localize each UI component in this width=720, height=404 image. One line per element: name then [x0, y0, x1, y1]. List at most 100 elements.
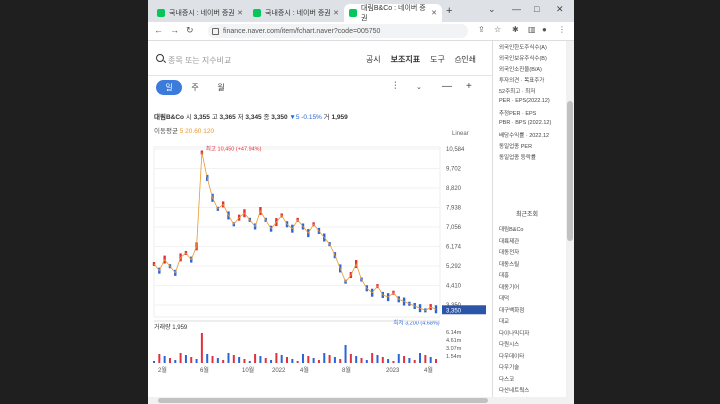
recent-view-item[interactable]: 대구백화점: [499, 306, 524, 314]
volume-tick-label: 1.54m: [446, 354, 462, 360]
high-label: 고: [211, 114, 218, 121]
max-price-label: 최고 10,450 (+47.94%): [206, 145, 262, 153]
y-tick-label: 9,702: [446, 167, 462, 173]
x-tick-label: 2월: [158, 366, 167, 374]
sidebar-info-line: 배당수익률 · 2022.12: [499, 133, 550, 139]
volume-bar: [435, 359, 437, 363]
open-label: 시: [185, 114, 192, 121]
toolbar-links: 공시 보조지표 도구 ⎙인쇄: [366, 54, 476, 65]
link-tools[interactable]: 도구: [430, 54, 445, 65]
recent-view-item[interactable]: 다원시스: [499, 340, 519, 348]
link-print-label: 인쇄: [461, 55, 476, 64]
search-input[interactable]: 종목 또는 지수비교: [168, 55, 231, 66]
recent-view-item[interactable]: 다산네트웍스: [499, 386, 529, 394]
sidebar-info-line: 외국인보유주식수(B): [499, 56, 547, 62]
recent-view-heading[interactable]: 최근조회: [493, 209, 561, 218]
x-tick-label: 6월: [200, 366, 209, 374]
chevron-down-icon[interactable]: ⌄: [416, 83, 422, 91]
period-bar: 일 주 월 ⫶ ⌄ — +: [148, 77, 492, 99]
period-week-button[interactable]: 주: [188, 80, 202, 95]
volume-bar: [232, 355, 235, 363]
y-tick-label: 4,410: [446, 284, 462, 290]
recent-view-item[interactable]: 대륙제관: [499, 237, 519, 245]
volume-bar: [381, 357, 384, 363]
open-value: 3,355: [193, 114, 210, 121]
horizontal-scrollbar[interactable]: [148, 397, 566, 404]
recent-view-item[interactable]: 다이나믹디자: [499, 329, 529, 337]
zoom-out-icon[interactable]: —: [442, 81, 452, 92]
recent-view-item[interactable]: 대흥: [499, 271, 509, 279]
y-tick-label: 10,584: [446, 147, 465, 153]
link-print[interactable]: ⎙인쇄: [455, 54, 476, 65]
recent-view-item[interactable]: 대덕: [499, 294, 509, 302]
volume-bar: [243, 359, 246, 363]
volume-bar: [248, 361, 251, 363]
volume-bar: [264, 358, 267, 363]
volume-bar: [387, 359, 390, 363]
volume-bar: [317, 360, 320, 363]
link-indicators[interactable]: 보조지표: [391, 54, 420, 65]
volume-bar: [270, 360, 273, 363]
recent-view-item[interactable]: 다우데이타: [499, 352, 524, 360]
recent-view-item[interactable]: 다스코: [499, 375, 514, 383]
volume-bar: [163, 356, 166, 363]
close-label: 종: [263, 114, 270, 121]
volume-bar: [376, 355, 379, 363]
sidebar-info-line: 추정PER · EPS: [499, 111, 537, 117]
y-tick-label: 7,938: [446, 206, 462, 212]
recent-view-item[interactable]: 대림B&Co: [499, 225, 524, 233]
x-tick-label: 4월: [424, 366, 433, 374]
vertical-scrollbar[interactable]: [566, 41, 574, 404]
volume-bar: [371, 353, 374, 363]
recent-view-item[interactable]: 대교: [499, 317, 509, 325]
volume-bar: [339, 359, 342, 363]
scroll-thumb[interactable]: [567, 101, 573, 241]
sidebar-info-line: PER · EPS(2022.12): [499, 98, 550, 104]
volume-tick-label: 3.07m: [446, 346, 462, 352]
volume-bar: [190, 357, 193, 363]
volume-bar: [206, 354, 209, 363]
hscroll-thumb[interactable]: [158, 398, 488, 403]
high-value: 3,365: [219, 114, 236, 121]
link-disclosure[interactable]: 공시: [366, 54, 381, 65]
volume-bar: [195, 359, 198, 363]
volume-bar: [153, 361, 155, 363]
volume-tick-label: 6.14m: [446, 330, 462, 336]
volume-bar: [286, 357, 289, 363]
volume-bar: [179, 353, 182, 363]
volume-bar: [429, 357, 432, 363]
price-chart[interactable]: 10,584 9,702 8,820 7,938 7,056 6,174 5,292 4,41…: [148, 141, 492, 403]
current-price-label: 3,350: [446, 308, 462, 314]
volume-bar: [307, 356, 310, 363]
volume-bar: [216, 358, 219, 363]
volume-bar: [200, 333, 203, 363]
scale-selector[interactable]: Linear: [452, 131, 469, 137]
sidebar-info-line: PBR · BPS (2022.12): [499, 120, 552, 126]
moving-average-line: [153, 152, 437, 311]
close-value: 3,350: [271, 114, 288, 121]
sidebar-info-line: 외국인한도주식수(A): [499, 45, 547, 51]
recent-view-item[interactable]: 다우기술: [499, 363, 519, 371]
period-day-button[interactable]: 일: [156, 80, 182, 95]
x-tick-label: 8월: [342, 366, 351, 374]
period-month-button[interactable]: 월: [214, 80, 228, 95]
volume-bar: [259, 356, 262, 363]
zoom-in-icon[interactable]: +: [466, 81, 472, 92]
search-icon[interactable]: [156, 54, 164, 62]
sidebar-info-line: 동일업종 등락률: [499, 155, 536, 161]
volume-bar: [413, 360, 416, 363]
page-viewport: 종목 또는 지수비교 공시 보조지표 도구 ⎙인쇄 일 주 월 ⫶ ⌄ — + …: [148, 0, 574, 404]
recent-view-item[interactable]: 대동전자: [499, 248, 519, 256]
recent-view-item[interactable]: 대동스틸: [499, 260, 519, 268]
y-tick-label: 8,820: [446, 186, 462, 192]
recent-view-item[interactable]: 대동기어: [499, 283, 519, 291]
x-tick-label: 2023: [386, 368, 400, 374]
volume-bar: [312, 358, 315, 363]
y-tick-label: 7,056: [446, 225, 462, 231]
right-sidebar: 외국인한도주식수(A) 외국인보유주식수(B) 외국인소진율(B/A) 투자의견 · …: [492, 41, 574, 404]
volume-bar: [397, 354, 400, 363]
volume-bar: [360, 358, 363, 363]
candle-type-icon[interactable]: ⫶: [394, 81, 397, 92]
x-tick-label: 2022: [272, 368, 286, 374]
stock-info: 대림B&Co 시 3,355 고 3,365 저 3,345 종 3,350 ▼…: [154, 111, 348, 121]
